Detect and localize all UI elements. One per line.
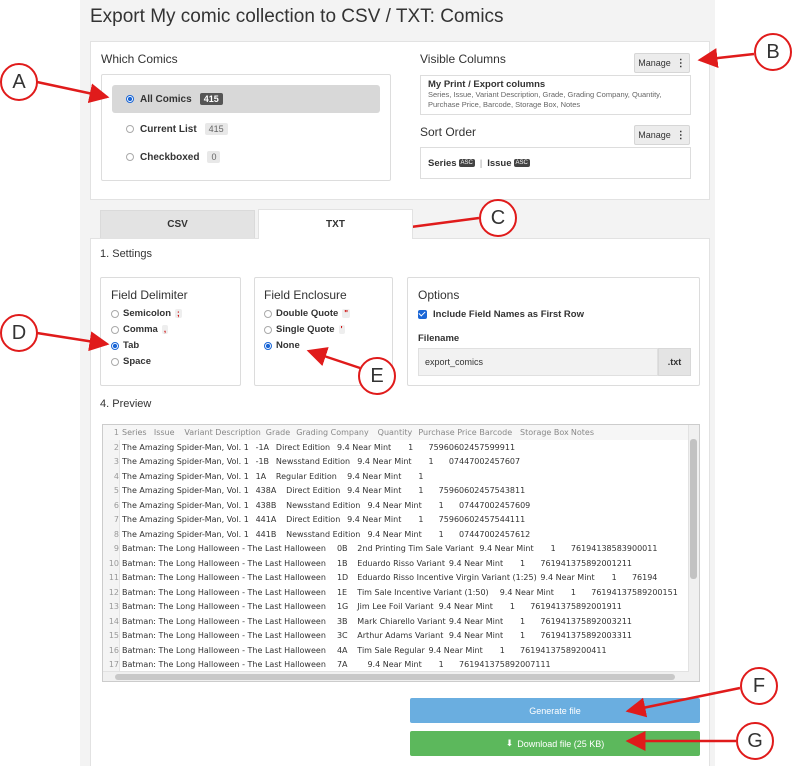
annotation-arrows xyxy=(36,48,755,751)
arrow-d xyxy=(36,331,110,352)
callout-e: E xyxy=(358,357,396,395)
callout-a: A xyxy=(0,63,38,101)
arrow-b xyxy=(697,48,755,69)
arrow-e xyxy=(306,347,361,370)
callout-c: C xyxy=(479,199,517,237)
callout-b: B xyxy=(754,33,792,71)
callout-g: G xyxy=(736,722,774,760)
arrow-a xyxy=(36,80,110,104)
arrow-f xyxy=(625,686,741,718)
tab-txt[interactable]: TXT xyxy=(258,209,413,239)
callout-d: D xyxy=(0,314,38,352)
callout-f: F xyxy=(740,667,778,705)
tab-label: TXT xyxy=(326,219,345,230)
